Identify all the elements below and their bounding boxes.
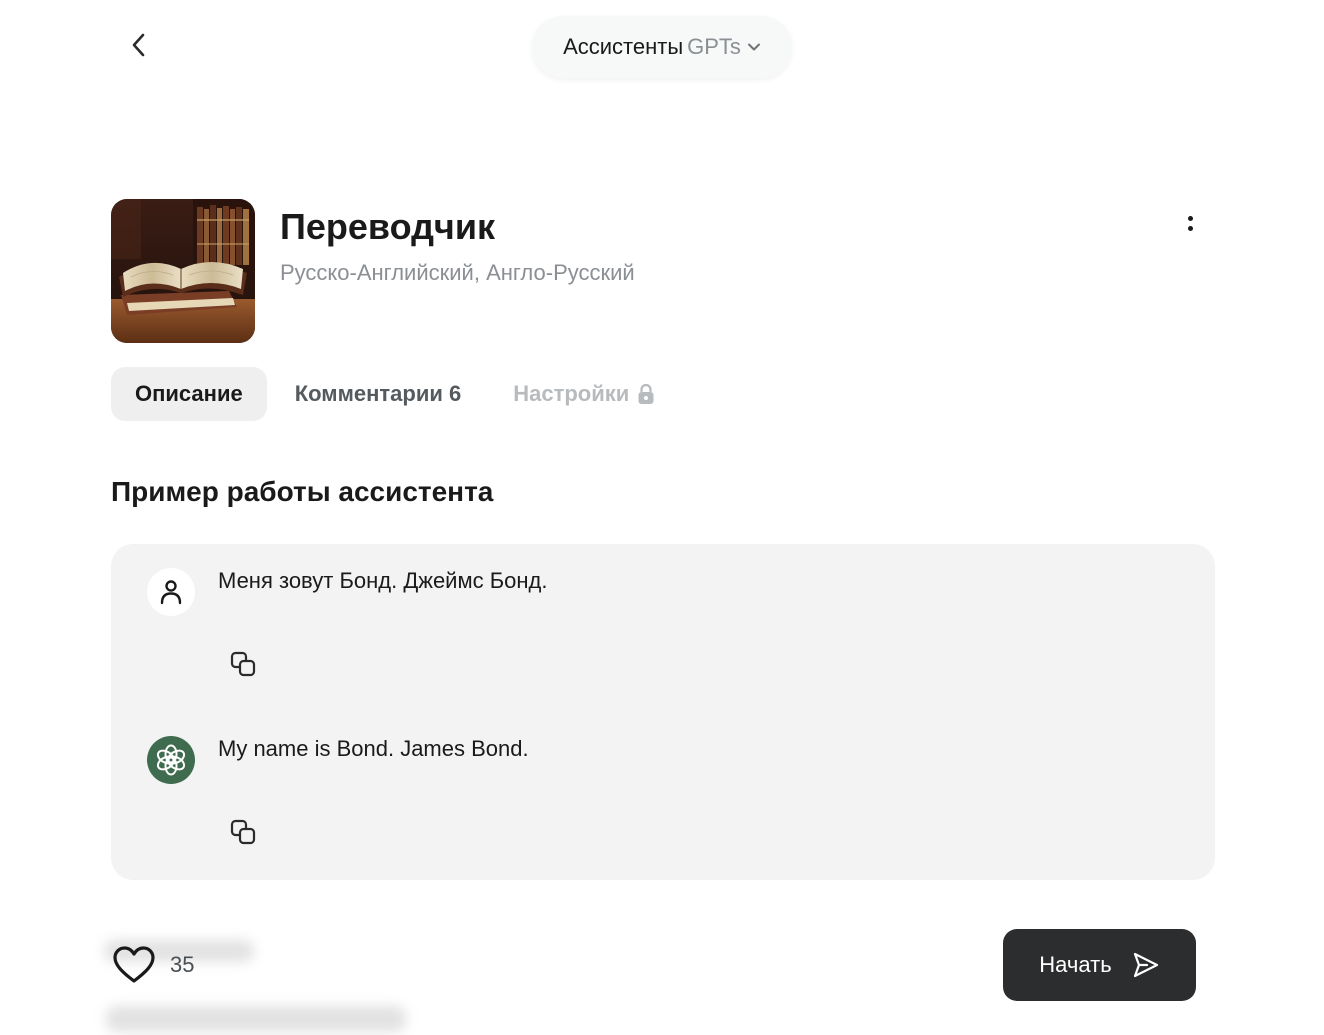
copy-button[interactable] [227,816,259,848]
like-button[interactable]: 35 [112,944,194,986]
more-dot-icon [1187,225,1193,231]
model-selector-label: Ассистенты [563,34,684,59]
copy-icon [230,819,256,845]
openai-logo-icon [156,744,186,776]
tab-settings[interactable]: Настройки [489,367,679,421]
more-options-button[interactable] [1176,206,1204,240]
like-count: 35 [170,952,195,977]
model-selector-sublabel: GPTs [687,34,741,59]
start-button[interactable]: Начать [1003,929,1196,1001]
tab-label: Комментарии 6 [294,381,462,406]
chevron-left-icon [132,33,145,57]
assistant-subtitle: Русско-Английский, Англо-Русский [280,260,635,285]
user-message-text: Меня зовут Бонд. Джеймс Бонд. [218,568,548,593]
model-selector[interactable]: Ассистенты GPTs [532,16,792,78]
assistant-page: Ассистенты GPTs Переводчик Русско-Англий… [0,0,1324,1035]
send-icon [1133,952,1158,978]
section-title: Пример работы ассистента [111,476,494,507]
user-icon [160,580,182,605]
more-dot-icon [1187,215,1193,221]
tab-description[interactable]: Описание [111,367,267,421]
tab-label: Описание [135,381,243,406]
copy-button[interactable] [227,648,259,680]
copy-icon [230,651,256,677]
user-avatar [147,568,195,616]
example-chat-card: Меня зовут Бонд. Джеймс Бонд. My name is… [111,544,1215,880]
book-illustration [111,199,255,343]
assistant-avatar-small [147,736,195,784]
start-button-label: Начать [1039,952,1112,977]
tab-bar: Описание Комментарии 6 Настройки [111,367,679,421]
chevron-down-icon [747,43,760,51]
assistant-message-text: My name is Bond. James Bond. [218,736,529,761]
lock-icon [638,383,654,404]
tab-comments[interactable]: Комментарии 6 [271,367,486,421]
tab-label: Настройки [513,381,630,406]
assistant-avatar [111,199,255,343]
back-button[interactable] [120,26,158,64]
blurred-content [106,1006,406,1032]
assistant-title: Переводчик [280,206,495,247]
heart-icon [113,946,155,983]
